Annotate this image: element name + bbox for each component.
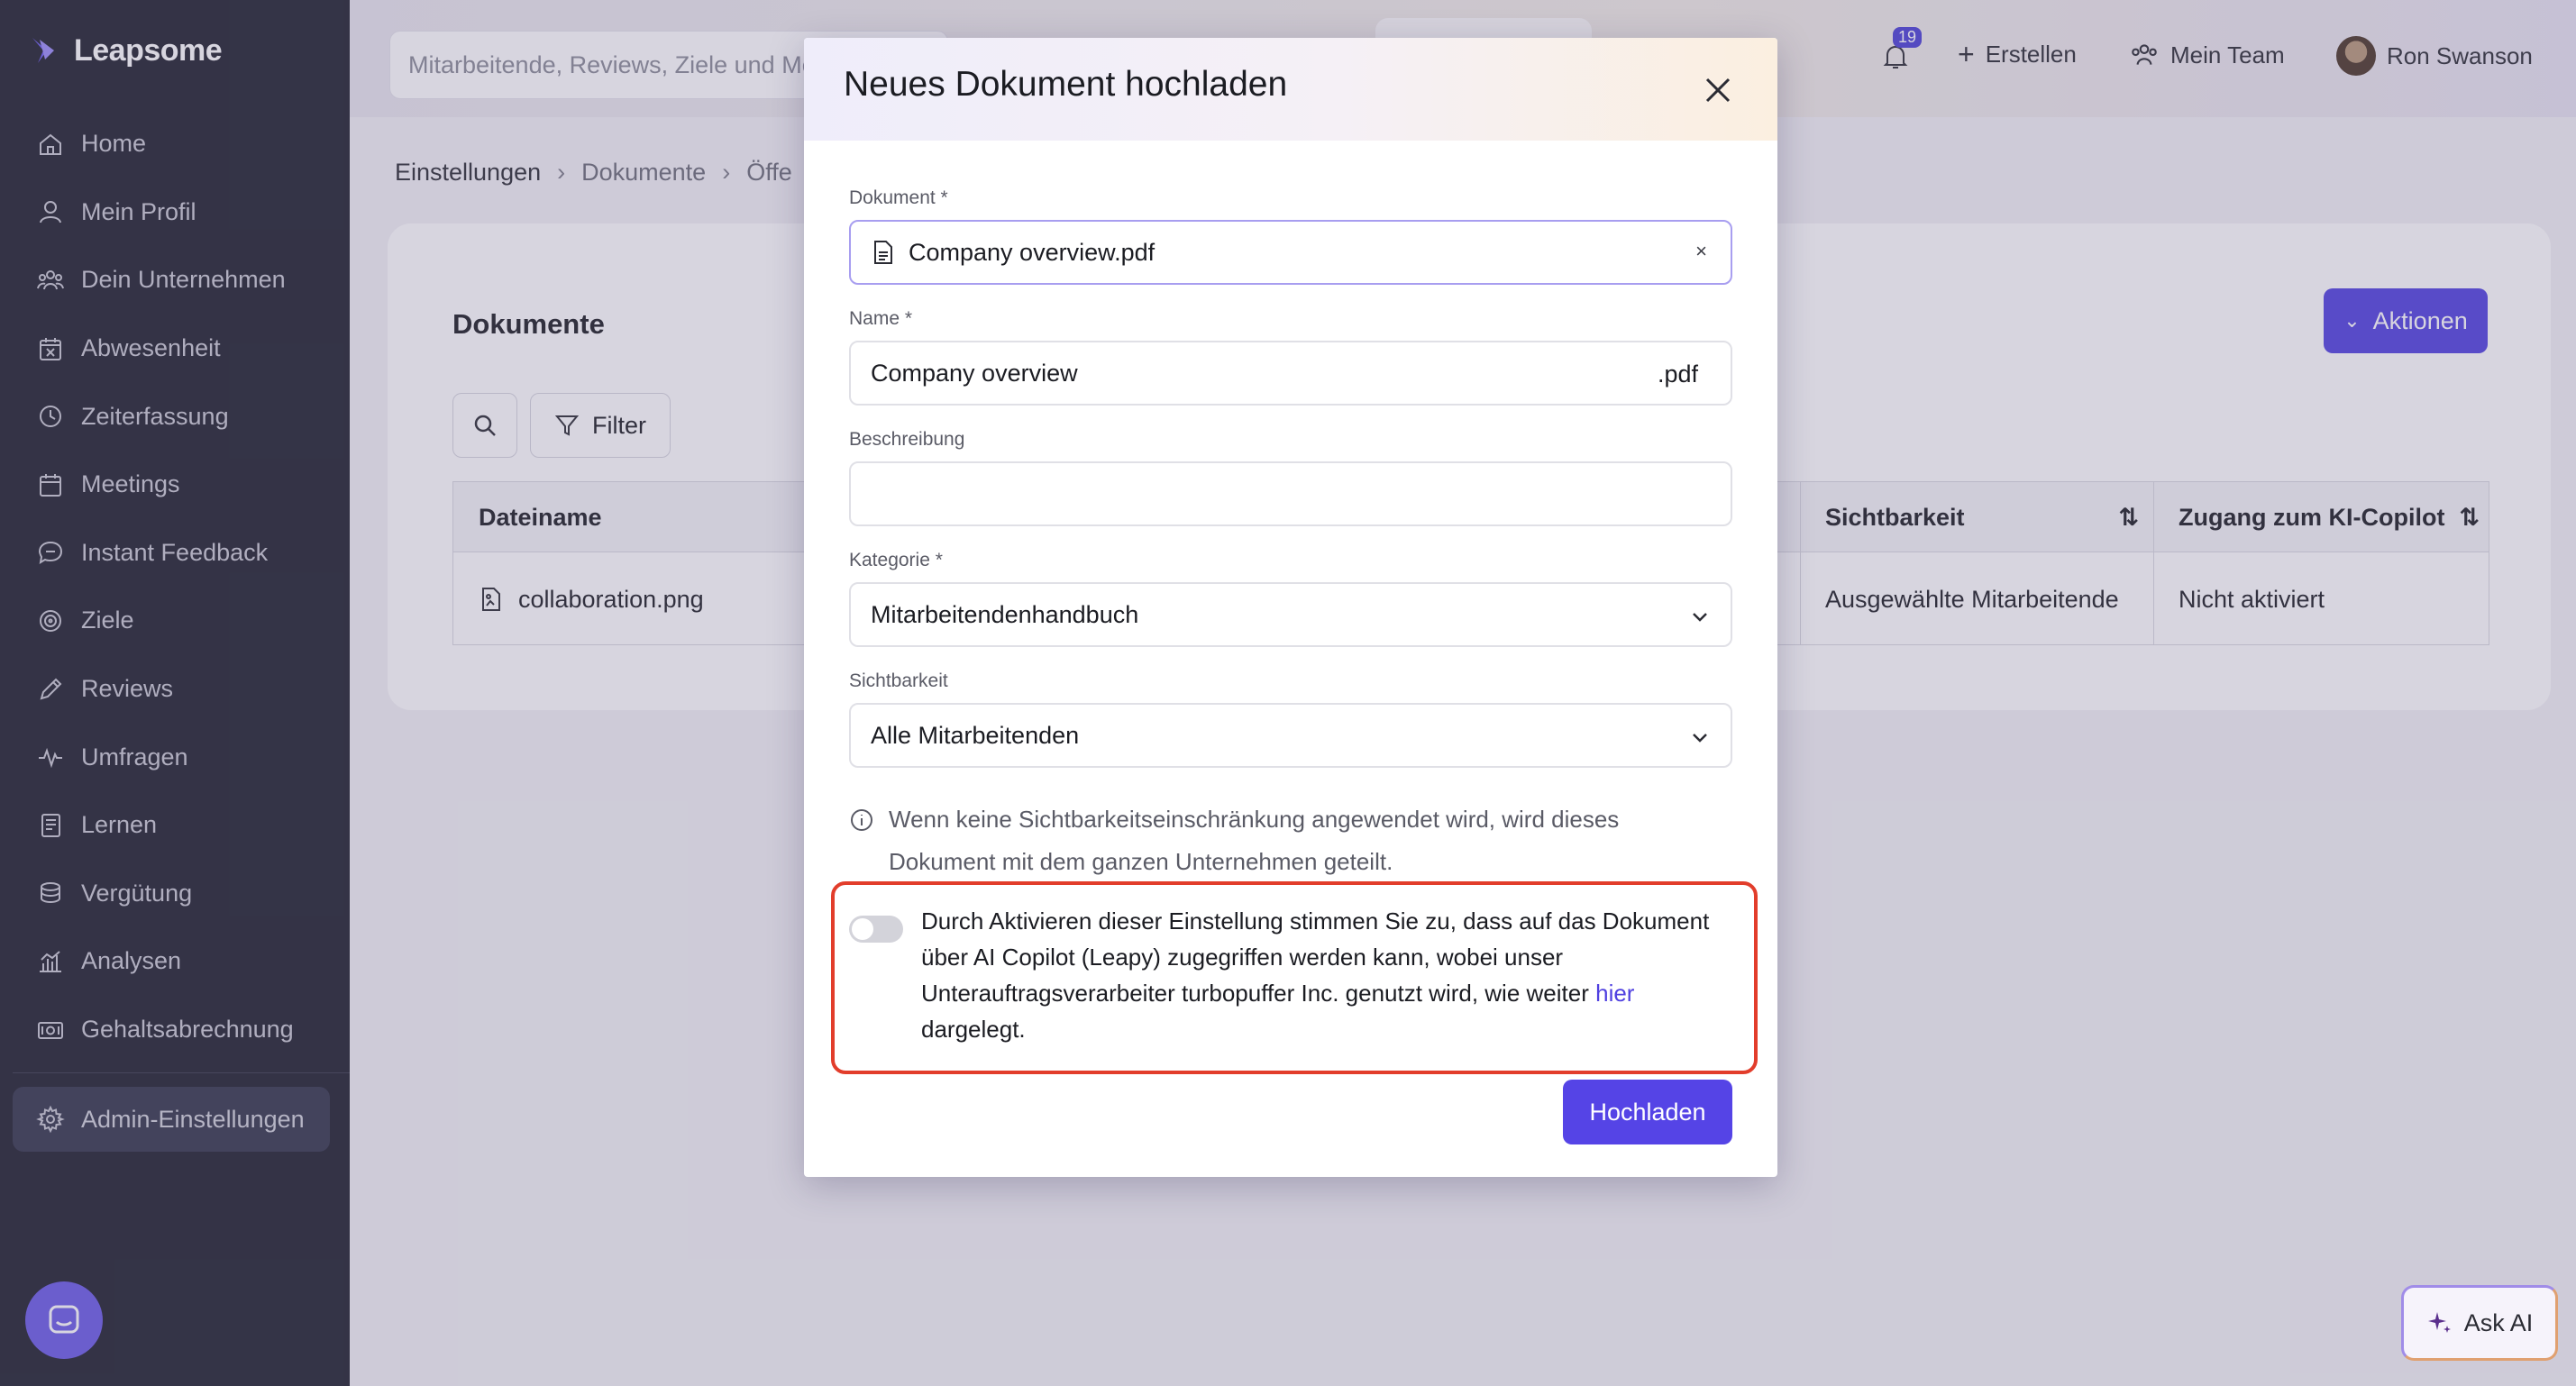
upload-document-modal: Neues Dokument hochladen Dokument * Comp… [804, 38, 1777, 1177]
category-label: Kategorie * [849, 550, 943, 570]
file-extension-suffix: .pdf [1657, 360, 1698, 388]
file-icon [874, 241, 892, 264]
name-label: Name * [849, 308, 913, 329]
document-label: Dokument * [849, 187, 948, 208]
modal-title: Neues Dokument hochladen [844, 65, 1288, 104]
name-value: Company overview [871, 359, 1078, 387]
upload-button[interactable]: Hochladen [1563, 1080, 1732, 1144]
sparkle-icon [2427, 1312, 2451, 1333]
description-label: Beschreibung [849, 429, 965, 450]
visibility-select[interactable]: Alle Mitarbeitenden [849, 703, 1732, 768]
category-value: Mitarbeitendenhandbuch [871, 600, 1139, 628]
chevron-down-icon [1693, 613, 1707, 622]
category-select[interactable]: Mitarbeitendenhandbuch [849, 582, 1732, 647]
visibility-info: Wenn keine Sichtbarkeitseinschränkung an… [849, 798, 1687, 883]
consent-text-after: dargelegt. [921, 1016, 1026, 1043]
chevron-down-icon [1693, 734, 1707, 743]
name-field[interactable]: Company overview .pdf [849, 341, 1732, 406]
consent-text-before: Durch Aktivieren dieser Einstellung stim… [921, 907, 1710, 1007]
document-file-name: Company overview.pdf [909, 238, 1156, 266]
close-icon[interactable] [1698, 70, 1738, 110]
document-file-field[interactable]: Company overview.pdf × [849, 220, 1732, 285]
ask-ai-button[interactable]: Ask AI [2401, 1285, 2558, 1361]
info-text: Wenn keine Sichtbarkeitseinschränkung an… [889, 806, 1620, 875]
consent-link[interactable]: hier [1595, 980, 1634, 1007]
description-field[interactable] [849, 461, 1732, 526]
clear-file-icon[interactable]: × [1695, 240, 1707, 263]
info-icon [851, 809, 872, 831]
visibility-label: Sichtbarkeit [849, 670, 948, 691]
ask-ai-label: Ask AI [2463, 1308, 2534, 1336]
visibility-value: Alle Mitarbeitenden [871, 721, 1080, 749]
copilot-access-toggle[interactable] [849, 916, 903, 943]
consent-text: Durch Aktivieren dieser Einstellung stim… [921, 903, 1714, 1047]
